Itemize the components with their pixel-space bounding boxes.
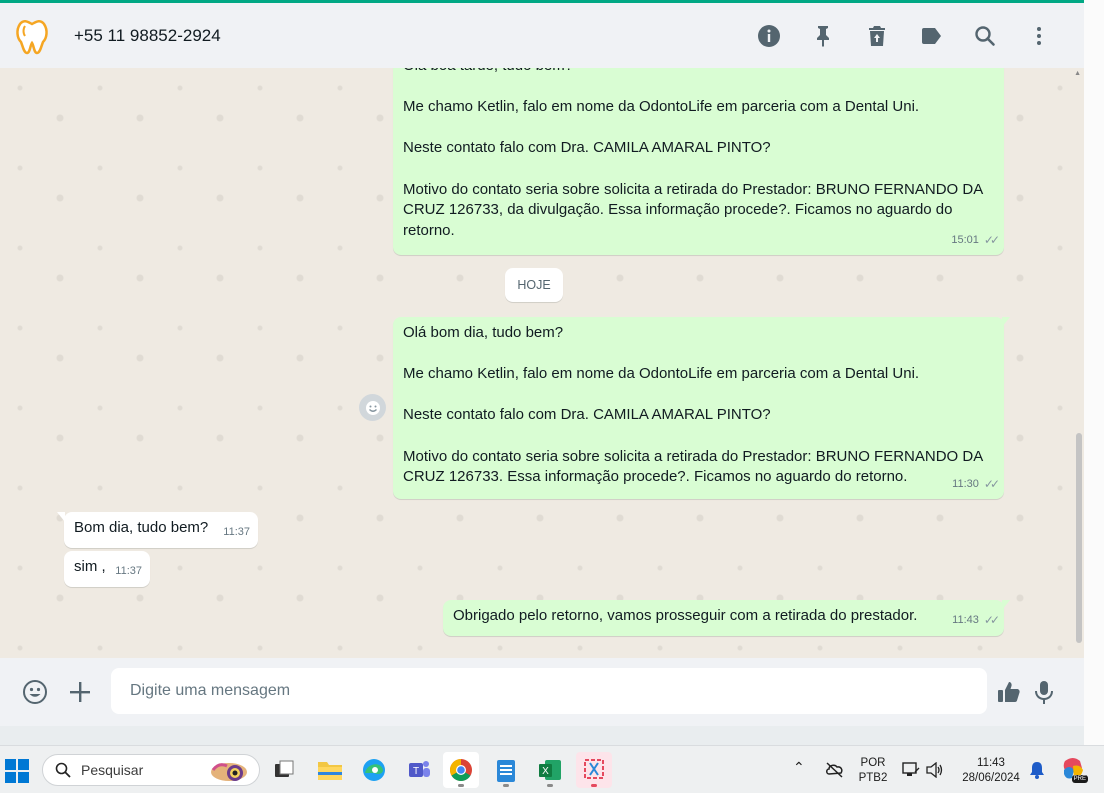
notepad-icon[interactable]: [488, 752, 524, 788]
scroll-up-arrow-icon[interactable]: ▲: [1074, 70, 1081, 77]
clock-time: 11:43: [977, 757, 1005, 769]
message-input[interactable]: [111, 668, 987, 714]
whatsapp-window: +55 11 98852-2924 Olá bo: [0, 0, 1104, 793]
menu-icon[interactable]: [1012, 16, 1066, 56]
taskbar-search-box[interactable]: Pesquisar: [42, 754, 260, 786]
info-icon[interactable]: [742, 16, 796, 56]
message-text: Olá bom dia, tudo bem? Me chamo Ketlin, …: [403, 324, 983, 486]
volume-icon[interactable]: [926, 762, 944, 778]
tooth-logo-icon: [16, 19, 48, 54]
double-check-icon: ✓✓: [983, 477, 1000, 492]
double-check-icon: ✓✓: [983, 613, 1000, 628]
message-incoming[interactable]: sim , 11:37: [64, 551, 150, 587]
search-icon: [55, 762, 71, 778]
message-outgoing[interactable]: Obrigado pelo retorno, vamos prosseguir …: [443, 600, 1010, 636]
clock[interactable]: 11:43 28/06/2024: [955, 756, 1027, 786]
bubble-tail: [1002, 600, 1010, 610]
svg-text:X: X: [542, 766, 549, 777]
message-meta: 11:30 ✓✓: [952, 474, 1000, 495]
chevron-up-icon[interactable]: ⌃: [793, 760, 805, 775]
preview-badge: PRE: [1071, 775, 1088, 783]
window-bottom-margin: [0, 726, 1084, 745]
conversation-panel[interactable]: Olá boa tarde, tudo bem? Me chamo Ketlin…: [0, 68, 1084, 658]
message-meta: 15:01 ✓✓: [951, 230, 1000, 251]
taskbar: Pesquisar T X ⌃ POR PTB2 11:43 28/06/202…: [0, 745, 1104, 793]
copilot-icon[interactable]: PRE: [1060, 756, 1088, 783]
active-app-indicator: [458, 784, 464, 787]
bubble-tail: [1002, 317, 1010, 327]
message-time: 11:30: [952, 478, 979, 491]
pin-icon[interactable]: [796, 16, 850, 56]
scrollbar-thumb[interactable]: [1076, 433, 1082, 643]
message-time: 11:37: [223, 526, 250, 539]
avatar[interactable]: [10, 14, 54, 58]
smiley-icon: [365, 400, 380, 415]
file-explorer-icon[interactable]: [312, 752, 348, 788]
windows-start-icon[interactable]: [4, 758, 30, 784]
message-time: 11:43: [952, 614, 979, 627]
contact-name[interactable]: +55 11 98852-2924: [74, 26, 221, 46]
network-icon[interactable]: [902, 761, 920, 779]
emoji-reaction-button[interactable]: [359, 394, 386, 421]
window-right-strip: [1084, 0, 1104, 745]
label-icon[interactable]: [904, 16, 958, 56]
message-meta: 11:43 ✓✓: [952, 610, 1000, 631]
open-app-indicator: [547, 784, 553, 787]
chrome-browser-icon[interactable]: [443, 752, 479, 788]
thumbs-up-icon[interactable]: [993, 676, 1025, 708]
clock-date: 28/06/2024: [962, 772, 1020, 784]
message-incoming[interactable]: Bom dia, tudo bem? 11:37: [57, 512, 258, 548]
teams-icon[interactable]: T: [401, 752, 437, 788]
date-chip: HOJE: [505, 268, 563, 302]
notification-bell-icon[interactable]: [1029, 761, 1045, 779]
message-text: Olá boa tarde, tudo bem? Me chamo Ketlin…: [403, 68, 983, 239]
emoji-icon[interactable]: [19, 676, 51, 708]
input-language-indicator[interactable]: POR PTB2: [857, 756, 889, 786]
message-outgoing[interactable]: Olá boa tarde, tudo bem? Me chamo Ketlin…: [393, 68, 1004, 255]
excel-icon[interactable]: X: [532, 752, 568, 788]
message-text: Obrigado pelo retorno, vamos prosseguir …: [453, 607, 918, 624]
snipping-tool-icon[interactable]: [576, 752, 612, 788]
svg-text:T: T: [413, 766, 419, 777]
taskbar-search-label: Pesquisar: [81, 762, 144, 778]
delete-icon[interactable]: [850, 16, 904, 56]
message-composer: [0, 658, 1084, 726]
message-time: 15:01: [951, 234, 979, 247]
onedrive-offline-icon[interactable]: [825, 761, 845, 779]
search-icon[interactable]: [958, 16, 1012, 56]
message-meta: 11:37: [115, 561, 142, 582]
open-app-indicator: [503, 784, 509, 787]
search-highlight-icon: [211, 763, 247, 781]
keyboard-layout: PTB2: [858, 772, 888, 784]
task-view-icon[interactable]: [266, 752, 302, 788]
language-code: POR: [860, 757, 886, 769]
microphone-icon[interactable]: [1028, 676, 1060, 708]
double-check-icon: ✓✓: [983, 233, 1000, 248]
message-text: Bom dia, tudo bem?: [74, 519, 209, 536]
message-time: 11:37: [115, 565, 142, 578]
message-meta: 11:37: [223, 522, 250, 543]
message-outgoing[interactable]: Olá bom dia, tudo bem? Me chamo Ketlin, …: [393, 317, 1010, 499]
chat-header[interactable]: +55 11 98852-2924: [0, 0, 1084, 68]
active-app-indicator: [591, 784, 597, 787]
edge-browser-icon[interactable]: [356, 752, 392, 788]
attach-plus-icon[interactable]: [64, 676, 96, 708]
bubble-tail: [57, 512, 65, 522]
header-actions: [742, 3, 1066, 68]
